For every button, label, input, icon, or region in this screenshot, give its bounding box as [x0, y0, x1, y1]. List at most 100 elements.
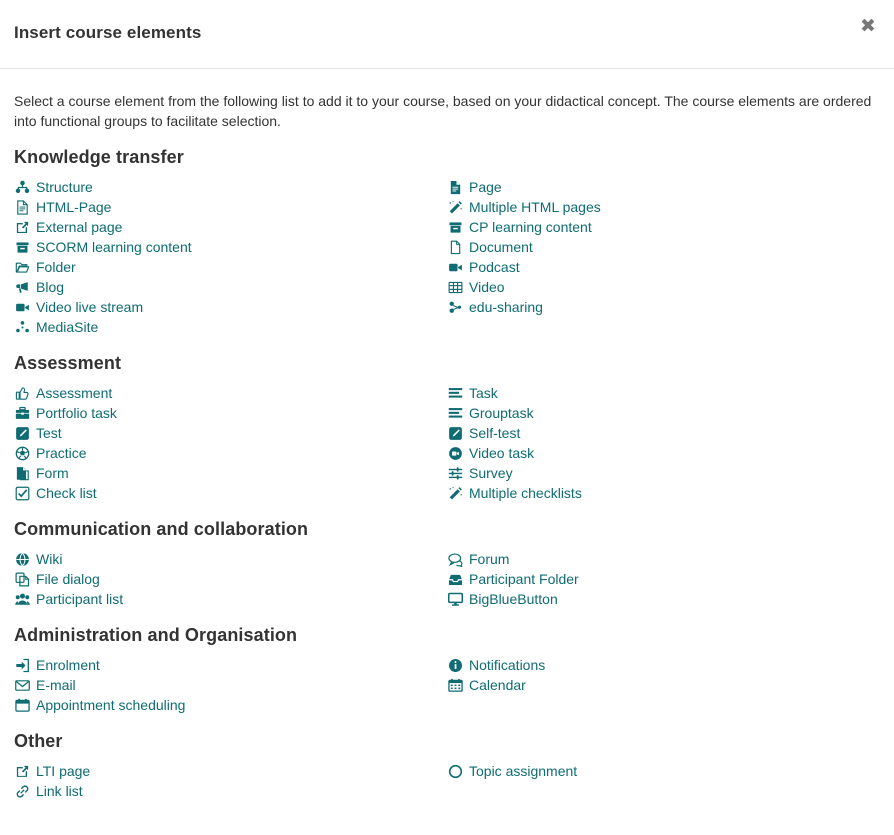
course-element-topic-assignment[interactable]: Topic assignment [447, 761, 880, 781]
group-communication-and-collaboration: Communication and collaboration Wiki File … [14, 519, 880, 609]
course-element-cp-learning-content[interactable]: CP learning content [447, 217, 880, 237]
course-element-enrolment[interactable]: Enrolment [14, 655, 447, 675]
course-element-multiple-html-pages[interactable]: Multiple HTML pages [447, 197, 880, 217]
course-element-label: Notifications [469, 657, 546, 673]
course-element-html-page[interactable]: HTML-Page [14, 197, 447, 217]
course-element-notifications[interactable]: Notifications [447, 655, 880, 675]
users-icon [14, 591, 30, 607]
pencil-square-icon [14, 425, 30, 441]
course-element-structure[interactable]: Structure [14, 177, 447, 197]
link-icon [14, 783, 30, 799]
course-element-participant-list[interactable]: Participant list [14, 589, 447, 609]
course-element-label: Blog [36, 279, 65, 295]
magic-wand-icon [447, 199, 463, 215]
course-element-label: Participant list [36, 591, 124, 607]
film-icon [447, 279, 463, 295]
course-element-label: Self-test [469, 425, 521, 441]
course-element-page[interactable]: Page [447, 177, 880, 197]
task-lines-icon [447, 385, 463, 401]
course-element-appointment-scheduling[interactable]: Appointment scheduling [14, 695, 447, 715]
course-element-calendar[interactable]: Calendar [447, 675, 880, 695]
course-element-folder[interactable]: Folder [14, 257, 447, 277]
course-element-label: Appointment scheduling [36, 697, 186, 713]
right-column: Topic assignment [447, 761, 880, 801]
page-icon [447, 179, 463, 195]
group-columns: Structure HTML-Page External page SCORM lea… [14, 177, 880, 337]
course-element-video-live-stream[interactable]: Video live stream [14, 297, 447, 317]
course-element-forum[interactable]: Forum [447, 549, 880, 569]
course-element-multiple-checklists[interactable]: Multiple checklists [447, 483, 880, 503]
course-element-label: Folder [36, 259, 76, 275]
course-element-label: Page [469, 179, 502, 195]
group-administration-and-organisation: Administration and Organisation Enrolment… [14, 625, 880, 715]
course-element-edu-sharing[interactable]: edu-sharing [447, 297, 880, 317]
pencil-square-icon [447, 425, 463, 441]
calendar-icon [447, 677, 463, 693]
course-element-link-list[interactable]: Link list [14, 781, 447, 801]
inbox-icon [447, 571, 463, 587]
close-icon[interactable]: ✖ [856, 14, 880, 38]
course-element-label: Wiki [36, 551, 63, 567]
course-element-document[interactable]: Document [447, 237, 880, 257]
course-element-label: Practice [36, 445, 87, 461]
modal-body: Select a course element from the followi… [0, 69, 894, 801]
course-element-bigbluebutton[interactable]: BigBlueButton [447, 589, 880, 609]
course-element-blog[interactable]: Blog [14, 277, 447, 297]
right-column: Page Multiple HTML pages CP learning conte… [447, 177, 880, 337]
mediasite-icon [14, 319, 30, 335]
check-square-icon [14, 485, 30, 501]
course-element-label: Task [469, 385, 498, 401]
course-element-scorm-learning-content[interactable]: SCORM learning content [14, 237, 447, 257]
course-element-label: Check list [36, 485, 97, 501]
course-element-participant-folder[interactable]: Participant Folder [447, 569, 880, 589]
group-other: Other LTI page Link list Topic assignment [14, 731, 880, 801]
left-column: Wiki File dialog Participant list [14, 549, 447, 609]
course-element-wiki[interactable]: Wiki [14, 549, 447, 569]
course-element-practice[interactable]: Practice [14, 443, 447, 463]
course-element-label: Topic assignment [469, 763, 578, 779]
course-element-portfolio-task[interactable]: Portfolio task [14, 403, 447, 423]
course-element-task[interactable]: Task [447, 383, 880, 403]
structure-icon [14, 179, 30, 195]
course-element-e-mail[interactable]: E-mail [14, 675, 447, 695]
course-element-label: MediaSite [36, 319, 99, 335]
course-element-label: Video [469, 279, 505, 295]
right-column: Forum Participant Folder BigBlueButton [447, 549, 880, 609]
course-element-external-page[interactable]: External page [14, 217, 447, 237]
course-element-label: Calendar [469, 677, 526, 693]
magic-wand-icon [447, 485, 463, 501]
course-element-label: Video task [469, 445, 535, 461]
group-title: Knowledge transfer [14, 147, 184, 167]
course-element-video-task[interactable]: Video task [447, 443, 880, 463]
course-element-mediasite[interactable]: MediaSite [14, 317, 447, 337]
course-element-podcast[interactable]: Podcast [447, 257, 880, 277]
group-title: Communication and collaboration [14, 519, 309, 539]
archive-icon [14, 239, 30, 255]
bullhorn-icon [14, 279, 30, 295]
course-element-label: Portfolio task [36, 405, 117, 421]
soccer-ball-icon [14, 445, 30, 461]
course-element-grouptask[interactable]: Grouptask [447, 403, 880, 423]
course-element-check-list[interactable]: Check list [14, 483, 447, 503]
task-lines-icon [447, 405, 463, 421]
share-nodes-icon [447, 299, 463, 315]
sliders-icon [447, 465, 463, 481]
group-columns: Assessment Portfolio task Test Practice Form… [14, 383, 880, 503]
course-element-form[interactable]: Form [14, 463, 447, 483]
course-element-survey[interactable]: Survey [447, 463, 880, 483]
course-element-assessment[interactable]: Assessment [14, 383, 447, 403]
course-element-self-test[interactable]: Self-test [447, 423, 880, 443]
video-circle-icon [447, 445, 463, 461]
course-element-video[interactable]: Video [447, 277, 880, 297]
course-element-label: Podcast [469, 259, 520, 275]
left-column: Enrolment E-mail Appointment scheduling [14, 655, 447, 715]
left-column: LTI page Link list [14, 761, 447, 801]
archive-icon [447, 219, 463, 235]
course-element-label: Forum [469, 551, 510, 567]
course-element-test[interactable]: Test [14, 423, 447, 443]
sign-in-icon [14, 657, 30, 673]
course-element-file-dialog[interactable]: File dialog [14, 569, 447, 589]
group-knowledge-transfer: Knowledge transfer Structure HTML-Page Exte… [14, 147, 880, 337]
desktop-icon [447, 591, 463, 607]
course-element-lti-page[interactable]: LTI page [14, 761, 447, 781]
